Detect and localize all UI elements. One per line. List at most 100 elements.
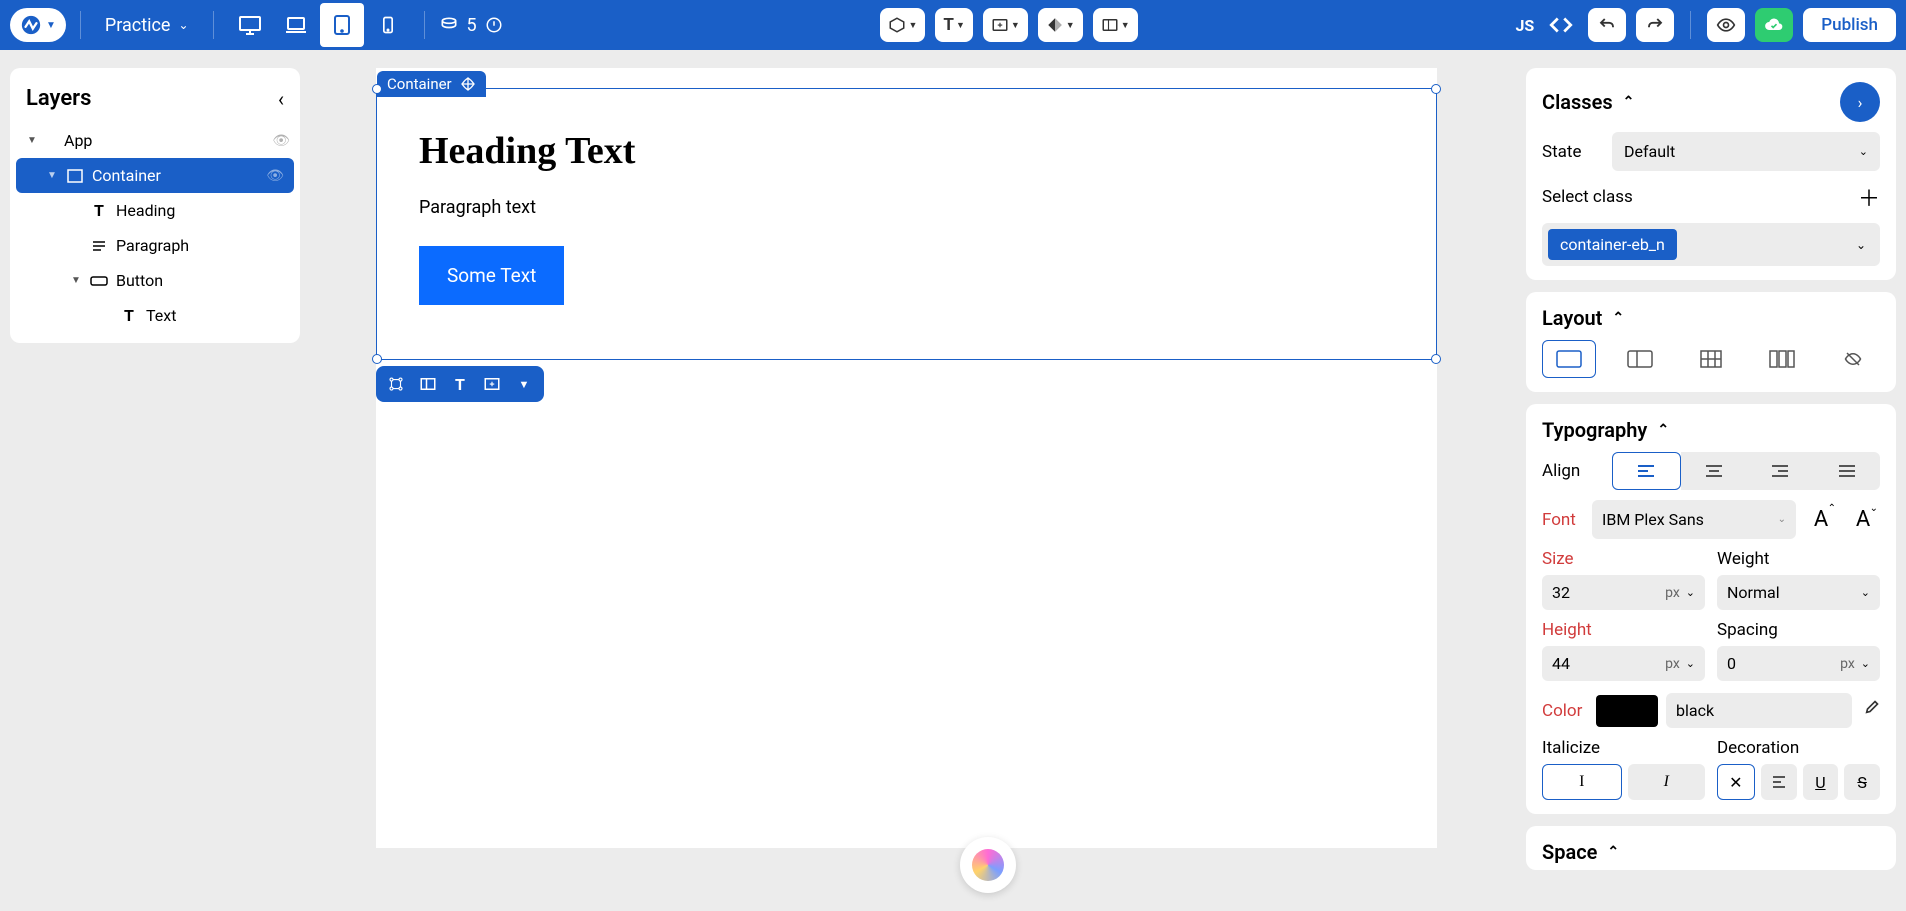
add-shape-button[interactable]: ▼	[1038, 8, 1083, 42]
cms-indicator[interactable]: 5	[439, 15, 503, 36]
device-mobile[interactable]	[366, 3, 410, 47]
js-toggle[interactable]: JS	[1515, 16, 1534, 35]
insert-tools: ▼ T▼ ▼ ▼ ▼	[880, 8, 1137, 42]
layers-title: Layers	[26, 86, 91, 111]
move-icon	[460, 76, 476, 92]
align-right[interactable]	[1747, 452, 1814, 490]
spacing-label: Spacing	[1717, 620, 1880, 640]
resize-handle[interactable]	[372, 84, 382, 94]
layout-flex[interactable]	[1755, 340, 1809, 378]
redo-button[interactable]	[1636, 8, 1674, 42]
canvas-paragraph[interactable]: Paragraph text	[419, 197, 1394, 218]
canvas[interactable]: Container Heading Text Paragraph text So…	[376, 68, 1437, 848]
code-button[interactable]	[1544, 8, 1578, 42]
ai-orb-icon	[972, 849, 1004, 881]
tree-item-container[interactable]: ▼ Container 👁	[16, 158, 294, 193]
italic-off[interactable]: I	[1542, 764, 1622, 800]
classes-panel: Classes ⌃ › State Default ⌄ Select class…	[1526, 68, 1896, 280]
visibility-icon[interactable]: 👁	[272, 133, 290, 149]
chevron-up-icon[interactable]: ⌃	[1657, 422, 1669, 438]
add-component-button[interactable]: ▼	[880, 8, 925, 42]
italic-on[interactable]: I	[1628, 764, 1706, 800]
decoration-strike[interactable]: S	[1844, 764, 1880, 800]
color-swatch[interactable]	[1596, 695, 1658, 727]
tree-item-app[interactable]: ▼ App 👁	[10, 123, 300, 158]
divider	[213, 11, 214, 39]
save-cloud-button[interactable]	[1755, 8, 1793, 42]
class-selector[interactable]: container-eb_n ⌄	[1542, 223, 1880, 266]
add-container-button[interactable]: ▼	[983, 8, 1028, 42]
caret-icon: ▼	[26, 135, 38, 146]
preview-button[interactable]	[1707, 8, 1745, 42]
paragraph-icon	[90, 240, 108, 252]
right-tools: JS Publish	[1515, 8, 1896, 42]
size-label: Size	[1542, 549, 1705, 569]
properties-panel: Classes ⌃ › State Default ⌄ Select class…	[1526, 68, 1896, 870]
tree-item-paragraph[interactable]: Paragraph	[10, 228, 300, 263]
add-layout-button[interactable]: ▼	[1093, 8, 1138, 42]
container-icon	[66, 169, 84, 183]
tree-item-text[interactable]: T Text	[10, 298, 300, 333]
layout-hidden[interactable]	[1826, 340, 1880, 378]
typography-panel: Typography ⌃ Align Font IBM Plex Sans ⌄ …	[1526, 404, 1896, 814]
align-center[interactable]	[1681, 452, 1748, 490]
layout-columns[interactable]	[1613, 340, 1667, 378]
add-class-button[interactable]: ＋	[1858, 181, 1880, 213]
chevron-up-icon[interactable]: ⌃	[1623, 94, 1635, 110]
quick-component-icon[interactable]	[384, 372, 408, 396]
font-select[interactable]: IBM Plex Sans ⌄	[1592, 500, 1796, 539]
quick-more-icon[interactable]: ▼	[512, 372, 536, 396]
text-icon: T	[120, 306, 138, 325]
quick-text-icon[interactable]: T	[448, 372, 472, 396]
layers-tree: ▼ App 👁 ▼ Container 👁 T Heading Paragrap…	[10, 123, 300, 333]
visibility-icon[interactable]: 👁	[266, 168, 284, 184]
chevron-up-icon[interactable]: ⌃	[1607, 844, 1619, 860]
spacing-input[interactable]: 0px⌄	[1717, 646, 1880, 681]
color-input[interactable]: black	[1666, 693, 1852, 728]
panel-title: Classes	[1542, 90, 1613, 114]
tree-label: App	[46, 131, 92, 150]
align-justify[interactable]	[1814, 452, 1881, 490]
layers-panel: Layers ‹ ▼ App 👁 ▼ Container 👁 T Heading…	[10, 68, 300, 343]
decoration-underline[interactable]: U	[1803, 764, 1839, 800]
chevron-down-icon: ⌄	[1778, 514, 1786, 525]
eyedropper-icon[interactable]	[1860, 699, 1880, 723]
layout-panel: Layout ⌃	[1526, 292, 1896, 392]
undo-button[interactable]	[1588, 8, 1626, 42]
chevron-down-icon: ⌄	[1859, 145, 1868, 158]
add-text-button[interactable]: T▼	[935, 8, 972, 42]
device-desktop[interactable]	[228, 3, 272, 47]
quick-layout-icon[interactable]	[416, 372, 440, 396]
decoration-overline[interactable]	[1761, 764, 1797, 800]
device-tablet[interactable]	[320, 3, 364, 47]
canvas-button[interactable]: Some Text	[419, 246, 564, 305]
device-laptop[interactable]	[274, 3, 318, 47]
publish-button[interactable]: Publish	[1803, 8, 1896, 42]
resize-handle[interactable]	[1431, 84, 1441, 94]
height-input[interactable]: 44px⌄	[1542, 646, 1705, 681]
tree-item-heading[interactable]: T Heading	[10, 193, 300, 228]
resize-handle[interactable]	[372, 354, 382, 364]
decoration-none[interactable]: ✕	[1717, 764, 1755, 800]
state-select[interactable]: Default ⌄	[1612, 132, 1880, 171]
collapse-panel-icon[interactable]: ‹	[278, 87, 284, 111]
class-chip[interactable]: container-eb_n	[1548, 229, 1677, 260]
weight-select[interactable]: Normal⌄	[1717, 575, 1880, 610]
selection-label[interactable]: Container	[377, 71, 486, 97]
size-input[interactable]: 32px⌄	[1542, 575, 1705, 610]
ai-assistant-button[interactable]	[960, 837, 1016, 893]
page-selector[interactable]: Practice ⌄	[95, 15, 199, 36]
layout-block[interactable]	[1542, 340, 1596, 378]
align-left[interactable]	[1612, 452, 1681, 490]
font-size-down[interactable]: A⌄	[1846, 503, 1880, 537]
font-size-up[interactable]: A⌃	[1804, 503, 1838, 537]
tree-item-button[interactable]: ▼ Button	[10, 263, 300, 298]
layout-grid[interactable]	[1684, 340, 1738, 378]
expand-classes-button[interactable]: ›	[1840, 82, 1880, 122]
tree-label: Heading	[116, 201, 175, 220]
canvas-heading[interactable]: Heading Text	[419, 129, 1394, 173]
logo-menu[interactable]: ▼	[10, 8, 66, 42]
quick-container-icon[interactable]	[480, 372, 504, 396]
resize-handle[interactable]	[1431, 354, 1441, 364]
chevron-up-icon[interactable]: ⌃	[1612, 310, 1624, 326]
